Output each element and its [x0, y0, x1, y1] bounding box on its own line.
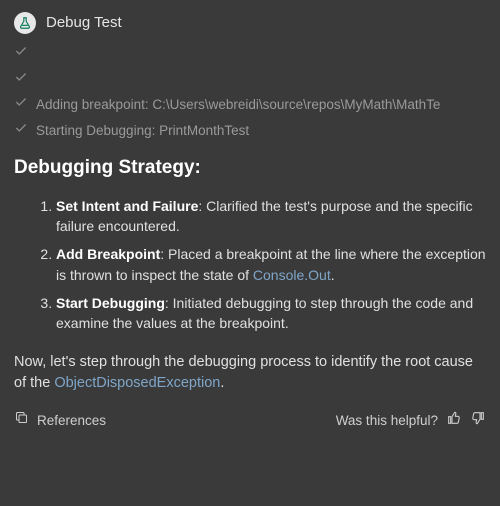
strategy-step: Add Breakpoint: Placed a breakpoint at t… [56, 244, 486, 285]
step-label: Add Breakpoint [56, 246, 160, 262]
progress-text: Adding breakpoint: C:\Users\webreidi\sou… [36, 95, 440, 115]
check-icon [14, 44, 28, 64]
check-icon [14, 121, 28, 141]
footer: References Was this helpful? [14, 410, 486, 432]
progress-item [14, 44, 486, 64]
strategy-list: Set Intent and Failure: Clarified the te… [14, 196, 486, 334]
check-icon [14, 70, 28, 90]
step-text-after: . [331, 267, 335, 283]
panel-title: Debug Test [46, 12, 122, 34]
step-label: Set Intent and Failure [56, 198, 198, 214]
closing-after: . [220, 375, 224, 391]
progress-item [14, 70, 486, 90]
thumbs-down-icon[interactable] [470, 410, 486, 432]
exception-link[interactable]: ObjectDisposedException [54, 375, 220, 391]
thumbs-up-icon[interactable] [446, 410, 462, 432]
progress-text: Starting Debugging: PrintMonthTest [36, 121, 249, 141]
copy-icon [14, 410, 29, 431]
strategy-step: Start Debugging: Initiated debugging to … [56, 293, 486, 334]
step-label: Start Debugging [56, 295, 165, 311]
helpful-prompt: Was this helpful? [336, 411, 438, 431]
closing-paragraph: Now, let's step through the debugging pr… [14, 352, 486, 394]
references-button[interactable]: References [14, 410, 106, 431]
flask-icon [14, 12, 36, 34]
check-icon [14, 95, 28, 115]
strategy-step: Set Intent and Failure: Clarified the te… [56, 196, 486, 237]
console-out-link[interactable]: Console.Out [253, 267, 331, 283]
progress-item: Starting Debugging: PrintMonthTest [14, 121, 486, 141]
progress-item: Adding breakpoint: C:\Users\webreidi\sou… [14, 95, 486, 115]
panel-header: Debug Test [14, 12, 486, 34]
feedback-group: Was this helpful? [336, 410, 486, 432]
references-label: References [37, 411, 106, 431]
strategy-heading: Debugging Strategy: [14, 154, 486, 182]
